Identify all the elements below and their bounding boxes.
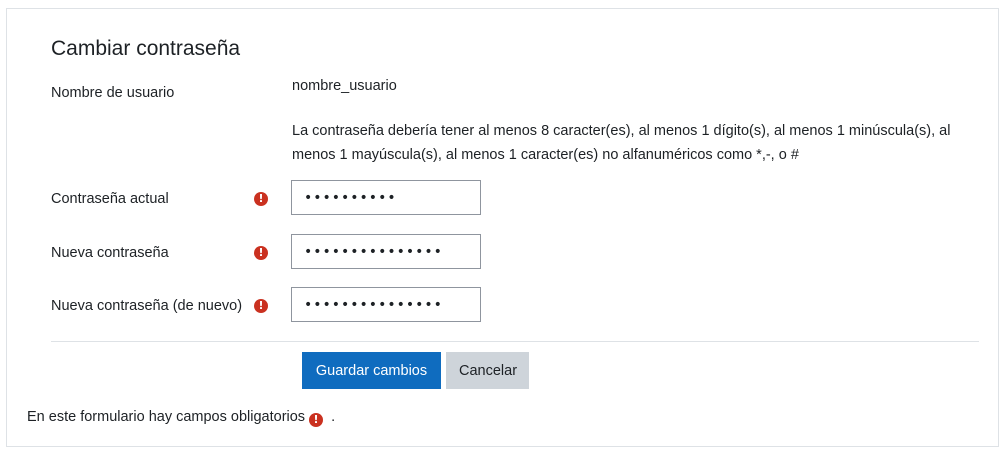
exclamation-circle-icon: !	[254, 246, 268, 260]
current-password-label: Contraseña actual	[51, 191, 169, 207]
exclamation-circle-icon: !	[254, 192, 268, 206]
form-divider	[51, 341, 979, 342]
password-policy-text: La contraseña debería tener al menos 8 c…	[292, 123, 951, 163]
new-password-again-input[interactable]	[291, 287, 481, 322]
required-fields-note: En este formulario hay campos obligatori…	[27, 409, 335, 427]
change-password-card: Cambiar contraseña Nombre de usuario nom…	[6, 8, 999, 447]
save-changes-button[interactable]: Guardar cambios	[302, 352, 441, 389]
new-password-input[interactable]	[291, 234, 481, 269]
required-note-text: En este formulario hay campos obligatori…	[27, 409, 306, 425]
page-title: Cambiar contraseña	[51, 37, 241, 60]
cancel-button[interactable]: Cancelar	[446, 352, 529, 389]
required-note-period: .	[331, 409, 336, 425]
username-label: Nombre de usuario	[51, 85, 175, 101]
exclamation-circle-icon: !	[254, 299, 268, 313]
username-value: nombre_usuario	[292, 78, 397, 94]
current-password-input[interactable]	[291, 180, 481, 215]
new-password-again-label: Nueva contraseña (de nuevo)	[51, 298, 243, 314]
exclamation-circle-icon: !	[309, 413, 324, 427]
new-password-label: Nueva contraseña	[51, 245, 169, 261]
